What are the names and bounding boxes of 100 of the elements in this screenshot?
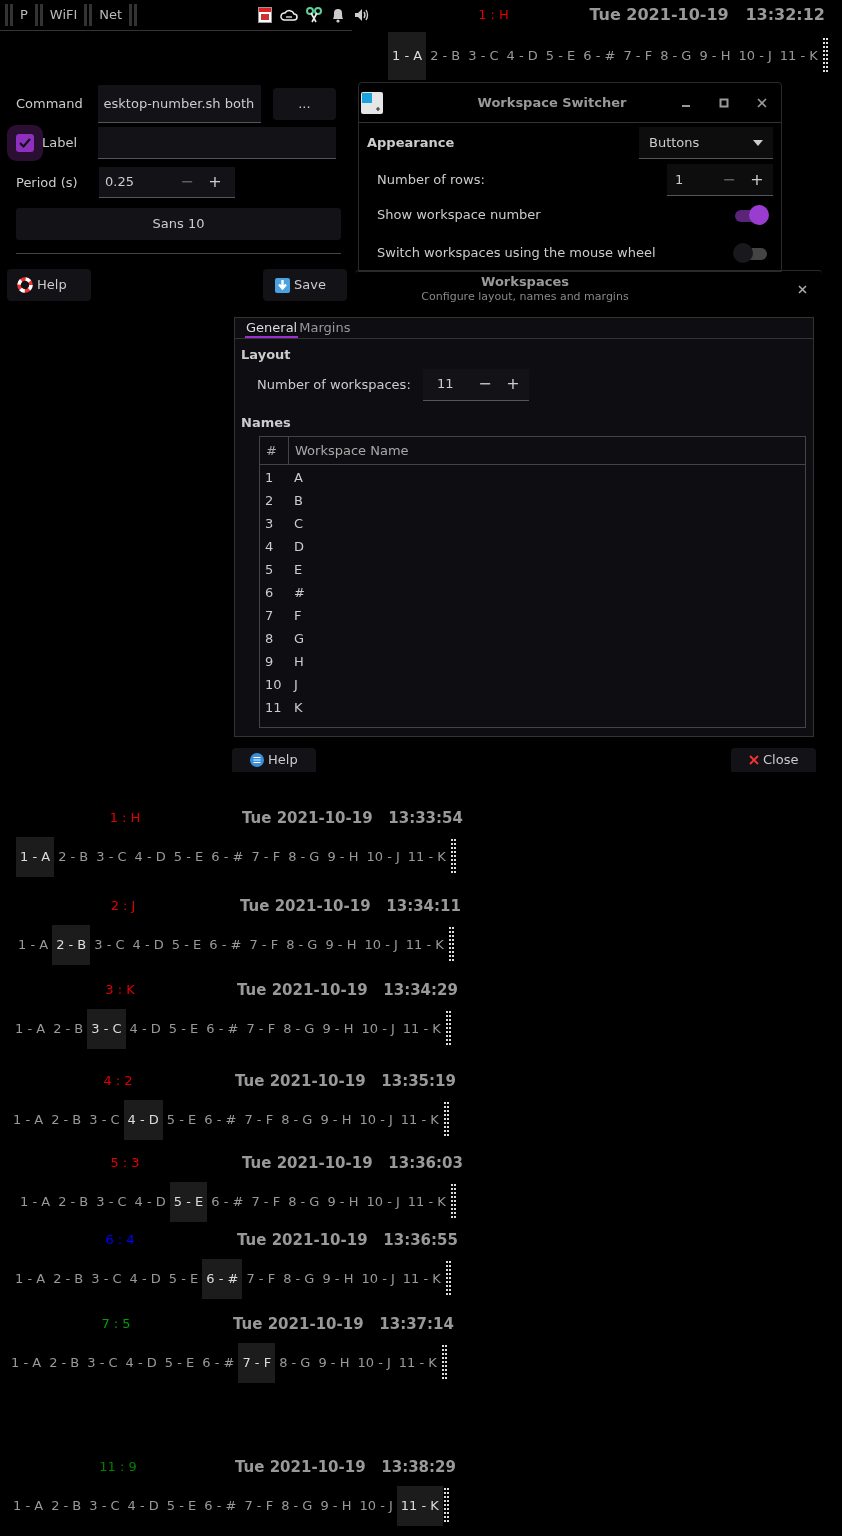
- tab[interactable]: General: [245, 318, 299, 338]
- workspace-button[interactable]: 5 - E: [162, 1100, 201, 1140]
- launcher-button[interactable]: Net: [93, 5, 129, 25]
- workspace-button[interactable]: 2 - B: [47, 1100, 86, 1140]
- workspace-button[interactable]: 1 - A: [9, 1100, 48, 1140]
- workspace-button[interactable]: 11 - K: [398, 1259, 445, 1299]
- workspace-button[interactable]: 10 - J: [360, 925, 402, 965]
- workspace-button[interactable]: 10 - J: [734, 32, 776, 80]
- workspace-button[interactable]: 1 - A: [7, 1343, 46, 1383]
- close-icon[interactable]: [798, 284, 807, 294]
- workspace-button[interactable]: 8 - G: [279, 1009, 319, 1049]
- workspace-button[interactable]: 3 - C: [83, 1343, 122, 1383]
- workspace-button[interactable]: 11 - K: [775, 32, 822, 80]
- workspace-button[interactable]: 11 - K: [396, 1100, 443, 1140]
- help-button[interactable]: Help: [7, 269, 91, 301]
- workspace-button[interactable]: 11 - K: [396, 1486, 443, 1526]
- workspace-button[interactable]: 11 - K: [394, 1343, 441, 1383]
- workspace-button[interactable]: 9 - H: [318, 1009, 358, 1049]
- workspace-button[interactable]: 4 - D: [123, 1486, 163, 1526]
- workspace-button[interactable]: 7 - F: [242, 1009, 280, 1049]
- workspace-count-spinner[interactable]: 11 − +: [423, 368, 529, 401]
- scissors-icon[interactable]: [306, 7, 323, 23]
- workspace-button[interactable]: 2 - B: [45, 1343, 84, 1383]
- workspace-button[interactable]: 4 - D: [502, 32, 542, 80]
- workspace-button[interactable]: 8 - G: [275, 1343, 315, 1383]
- workspace-button[interactable]: 3 - C: [464, 32, 503, 80]
- workspace-button[interactable]: 7 - F: [240, 1100, 278, 1140]
- workspace-button[interactable]: 7 - F: [619, 32, 657, 80]
- decrement-button[interactable]: −: [471, 372, 499, 396]
- label-field[interactable]: [97, 127, 336, 159]
- workspace-button[interactable]: 3 - C: [92, 837, 131, 877]
- workspace-button[interactable]: 7 - F: [247, 1182, 285, 1222]
- workspace-button[interactable]: 10 - J: [355, 1486, 397, 1526]
- workspace-button[interactable]: 4 - D: [123, 1100, 163, 1140]
- workspace-button[interactable]: 3 - C: [85, 1486, 124, 1526]
- workspace-button[interactable]: 10 - J: [362, 837, 404, 877]
- command-field[interactable]: esktop-number.sh both: [97, 85, 261, 123]
- close-button[interactable]: Close: [731, 748, 816, 772]
- workspace-button[interactable]: 3 - C: [85, 1100, 124, 1140]
- workspace-button[interactable]: 2 - B: [54, 1182, 93, 1222]
- workspace-button[interactable]: 6 - #: [205, 925, 246, 965]
- workspace-button[interactable]: 8 - G: [277, 1486, 317, 1526]
- workspace-button[interactable]: 8 - G: [284, 1182, 324, 1222]
- workspace-button[interactable]: 7 - F: [240, 1486, 278, 1526]
- workspace-button[interactable]: 4 - D: [125, 1009, 165, 1049]
- workspace-button[interactable]: 8 - G: [282, 925, 322, 965]
- workspace-button[interactable]: 6 - #: [198, 1343, 239, 1383]
- appearance-dropdown[interactable]: Buttons: [639, 127, 773, 159]
- workspace-button[interactable]: 8 - G: [279, 1259, 319, 1299]
- workspace-button[interactable]: 5 - E: [541, 32, 580, 80]
- workspace-button[interactable]: 6 - #: [202, 1009, 243, 1049]
- workspace-button[interactable]: 2 - B: [52, 925, 91, 965]
- decrement-button[interactable]: −: [715, 167, 743, 192]
- workspace-button[interactable]: 3 - C: [90, 925, 129, 965]
- workspace-button[interactable]: 8 - G: [277, 1100, 317, 1140]
- workspace-button[interactable]: 6 - #: [579, 32, 620, 80]
- workspace-button[interactable]: 11 - K: [401, 925, 448, 965]
- workspace-button[interactable]: 5 - E: [164, 1009, 203, 1049]
- workspace-button[interactable]: 10 - J: [353, 1343, 395, 1383]
- calendar-icon[interactable]: [258, 7, 273, 23]
- workspace-button[interactable]: 5 - E: [169, 1182, 208, 1222]
- workspace-button[interactable]: 5 - E: [164, 1259, 203, 1299]
- toggle-switch[interactable]: [733, 243, 769, 263]
- workspace-button[interactable]: 1 - A: [16, 837, 55, 877]
- workspace-button[interactable]: 3 - C: [87, 1009, 126, 1049]
- workspace-button[interactable]: 8 - G: [284, 837, 324, 877]
- workspace-button[interactable]: 5 - E: [160, 1343, 199, 1383]
- workspace-button[interactable]: 2 - B: [54, 837, 93, 877]
- cloud-icon[interactable]: [280, 8, 299, 22]
- increment-button[interactable]: +: [743, 167, 771, 192]
- increment-button[interactable]: +: [499, 372, 527, 396]
- workspace-button[interactable]: 6 - #: [200, 1100, 241, 1140]
- workspace-button[interactable]: 5 - E: [162, 1486, 201, 1526]
- workspace-button[interactable]: 3 - C: [92, 1182, 131, 1222]
- workspace-button[interactable]: 2 - B: [47, 1486, 86, 1526]
- workspace-button[interactable]: 9 - H: [314, 1343, 354, 1383]
- period-spinner[interactable]: 0.25 − +: [99, 167, 235, 198]
- workspace-button[interactable]: 1 - A: [14, 925, 53, 965]
- workspace-button[interactable]: 6 - #: [202, 1259, 243, 1299]
- workspace-button[interactable]: 9 - H: [316, 1100, 356, 1140]
- workspace-button[interactable]: 9 - H: [323, 837, 363, 877]
- workspace-button[interactable]: 11 - K: [398, 1009, 445, 1049]
- toggle-switch[interactable]: [733, 205, 769, 225]
- workspace-button[interactable]: 4 - D: [125, 1259, 165, 1299]
- workspace-button[interactable]: 9 - H: [316, 1486, 356, 1526]
- launcher-button[interactable]: WiFI: [43, 5, 84, 25]
- workspace-button[interactable]: 10 - J: [357, 1009, 399, 1049]
- workspace-button[interactable]: 1 - A: [11, 1009, 50, 1049]
- workspace-button[interactable]: 9 - H: [323, 1182, 363, 1222]
- increment-button[interactable]: +: [201, 170, 229, 194]
- workspace-button[interactable]: 1 - A: [9, 1486, 48, 1526]
- help-button[interactable]: Help: [232, 748, 316, 772]
- workspace-button[interactable]: 1 - A: [11, 1259, 50, 1299]
- speaker-icon[interactable]: [354, 7, 371, 23]
- workspace-button[interactable]: 4 - D: [121, 1343, 161, 1383]
- workspace-button[interactable]: 9 - H: [321, 925, 361, 965]
- workspace-button[interactable]: 2 - B: [49, 1009, 88, 1049]
- workspace-button[interactable]: 6 - #: [207, 837, 248, 877]
- workspace-button[interactable]: 10 - J: [357, 1259, 399, 1299]
- workspace-button[interactable]: 6 - #: [200, 1486, 241, 1526]
